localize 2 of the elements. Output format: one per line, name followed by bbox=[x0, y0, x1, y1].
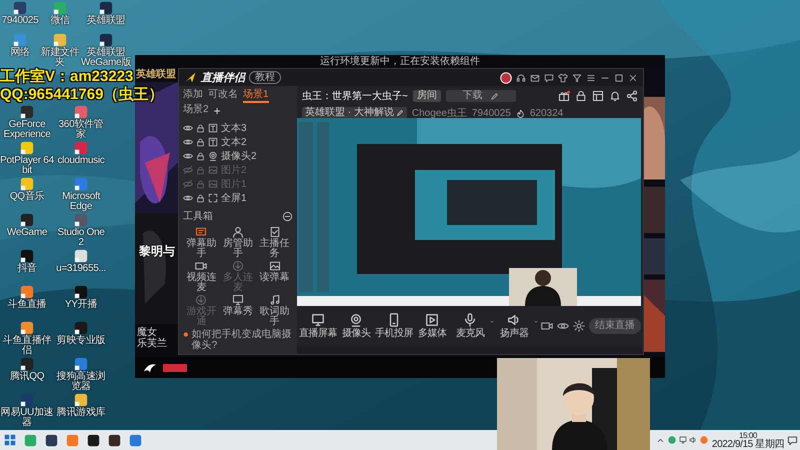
clock-date[interactable]: 2022/9/15 星期四 bbox=[712, 440, 784, 450]
clock-time[interactable]: 15:00 bbox=[738, 430, 757, 440]
